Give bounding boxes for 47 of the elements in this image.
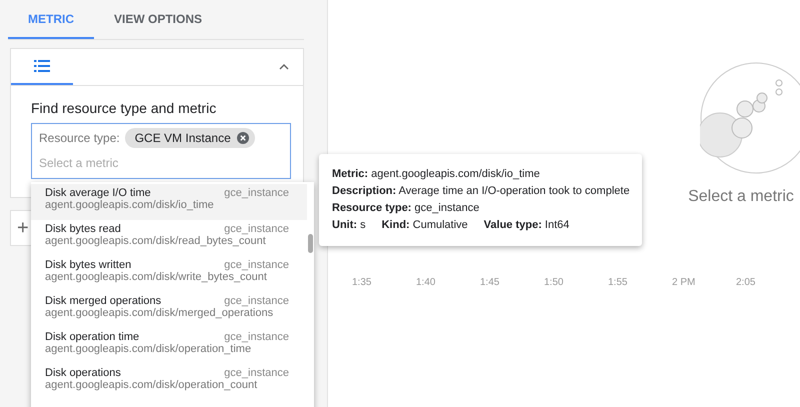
chip-label: GCE VM Instance xyxy=(134,131,231,145)
tooltip-fact: Unit: s xyxy=(332,218,366,233)
metric-option[interactable]: Disk bytes written gce_instance agent.googleapis.com/disk/write_bytes_count xyxy=(31,256,307,292)
metric-option[interactable]: Disk bytes read gce_instance agent.googleapis.com/disk/read_bytes_count xyxy=(31,220,307,256)
axis-label: 1:40 xyxy=(416,277,436,288)
metric-path: agent.googleapis.com/disk/operation_time xyxy=(45,343,252,355)
axis-label: 1:55 xyxy=(608,277,628,288)
metric-path: agent.googleapis.com/disk/operation_count xyxy=(45,379,258,391)
resource-name: gce_instance xyxy=(224,295,289,307)
metric-path: agent.googleapis.com/disk/io_time xyxy=(45,199,215,211)
tab[interactable]: VIEW OPTIONS xyxy=(94,0,222,39)
section-heading: Find resource type and metric xyxy=(31,100,218,116)
axis-label: 2:05 xyxy=(736,277,756,288)
metric-name: Disk merged operations xyxy=(45,295,162,307)
metric-name: Disk operations xyxy=(45,367,121,379)
tooltip-line: Description: Average time an I/O-operation took to complete xyxy=(332,184,631,199)
metric-name: Disk bytes written xyxy=(45,259,132,271)
resource-name: gce_instance xyxy=(224,259,289,271)
metric-option[interactable]: Disk operation time gce_instance agent.googleapis.com/disk/operation_time xyxy=(31,328,307,364)
metric-name: Disk average I/O time xyxy=(45,187,151,199)
metric-name: Disk bytes read xyxy=(45,223,121,235)
axis-label: 1:35 xyxy=(352,277,372,288)
resource-name: gce_instance xyxy=(224,187,289,199)
resource-name: gce_instance xyxy=(224,367,289,379)
tooltip-line: Resource type: gce_instance xyxy=(332,201,480,216)
collapse-chevron-icon[interactable] xyxy=(279,64,289,70)
resource-name: gce_instance xyxy=(224,331,289,343)
metric-option[interactable]: Disk merged operations gce_instance agent.googleapis.com/disk/merged_operations xyxy=(31,292,307,328)
resource-name: gce_instance xyxy=(224,223,289,235)
axis-label: 1:45 xyxy=(480,277,500,288)
add-button[interactable]: + xyxy=(11,216,29,240)
axis-label: 1:50 xyxy=(544,277,564,288)
metric-option[interactable]: Disk operations gce_instance agent.googleapis.com/disk/operation_count xyxy=(31,364,307,400)
scrollbar-thumb[interactable] xyxy=(308,234,313,253)
empty-state-message: Select a metric xyxy=(688,188,794,206)
tooltip-fact: Kind: Cumulative xyxy=(382,218,468,233)
metric-path: agent.googleapis.com/disk/read_bytes_count xyxy=(45,235,267,247)
list-icon xyxy=(34,60,50,72)
remove-icon[interactable] xyxy=(236,132,249,144)
metric-option[interactable]: Disk average I/O time gce_instance agent.googleapis.com/disk/io_time xyxy=(31,184,307,220)
tooltip-fact: Value type: Int64 xyxy=(484,218,570,233)
metric-name: Disk operation time xyxy=(45,331,140,343)
metric-path: agent.googleapis.com/disk/write_bytes_count xyxy=(45,271,268,283)
tooltip-line: Metric: agent.googleapis.com/disk/io_time xyxy=(332,167,541,182)
axis-label: 2 PM xyxy=(672,277,696,288)
resource-type-label: Resource type: xyxy=(39,131,120,145)
metric-path: agent.googleapis.com/disk/merged_operations xyxy=(45,307,274,319)
